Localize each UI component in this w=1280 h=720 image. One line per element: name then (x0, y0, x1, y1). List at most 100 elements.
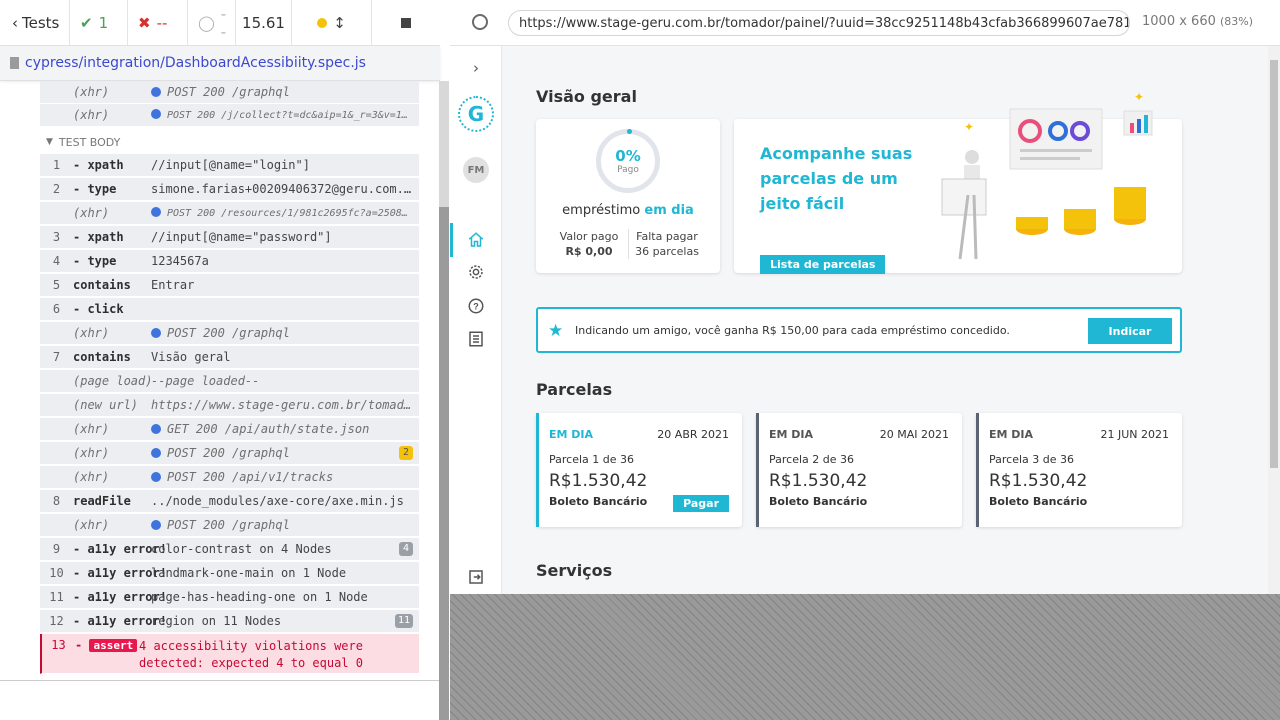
auto-scroll-toggle[interactable]: ↕ (292, 0, 372, 46)
promo-title: Acompanhe suas parcelas de um jeito fáci… (760, 144, 913, 213)
arrows-vertical-icon: ↕ (333, 13, 346, 32)
command-row[interactable]: 12 - a11y error! region on 11 Nodes 11 (40, 610, 419, 633)
xhr-dot-icon (151, 109, 161, 119)
command-message: region on 11 Nodes (151, 614, 282, 628)
paid-label: Valor pago (559, 230, 619, 243)
url-field[interactable]: https://www.stage-geru.com.br/tomador/pa… (508, 10, 1130, 36)
command-log[interactable]: (xhr) POST 200 /graphql (xhr) POST 200 /… (0, 81, 440, 680)
chevron-right-icon: › (473, 59, 479, 77)
stop-button[interactable] (372, 0, 440, 46)
command-row[interactable]: 9 - a11y error! color-contrast on 4 Nodes 4 (40, 538, 419, 561)
command-row[interactable]: 1 - xpath //input[@name="login"] (40, 154, 419, 177)
command-row[interactable]: 3 - xpath //input[@name="password"] (40, 226, 419, 249)
scrollbar-thumb[interactable] (439, 207, 449, 720)
installment-card[interactable]: EM DIA 21 JUN 2021 Parcela 3 de 36 R$1.5… (976, 413, 1182, 527)
logout-button[interactable] (450, 566, 502, 588)
command-number: 8 (52, 494, 61, 508)
status-bar (536, 413, 539, 527)
assert-tag: assert (89, 639, 138, 652)
command-name: - a11y error! (73, 542, 167, 556)
assert-error-row[interactable]: 13 - assert 4 accessibility violations wer… (40, 634, 419, 674)
command-message: page-has-heading-one on 1 Node (151, 590, 368, 604)
sidebar-item-statement[interactable] (450, 328, 502, 350)
list-icon (469, 331, 483, 347)
command-name: - type (73, 182, 117, 196)
command-row[interactable]: 2 - type simone.farias+00209406372@geru.co… (40, 178, 419, 201)
command-row[interactable]: 11 - a11y error! page-has-heading-one on 1… (40, 586, 419, 609)
status-bar (756, 413, 759, 527)
command-row[interactable]: (xhr) POST 200 /resources/1/981c2695fc?a=… (40, 202, 419, 225)
command-name: (xhr) (73, 422, 110, 436)
overview-title: Visão geral (536, 87, 637, 106)
command-name: (xhr) (73, 326, 110, 340)
sidebar-item-home[interactable] (450, 229, 502, 251)
command-row[interactable]: 8 readFile ../node_modules/axe-core/axe.mi… (40, 490, 419, 513)
referral-button[interactable]: Indicar (1088, 318, 1172, 344)
installments-list-button[interactable]: Lista de parcelas (760, 255, 886, 274)
command-number: 9 (52, 542, 61, 556)
app-scrollbar-thumb[interactable] (1270, 60, 1278, 468)
installment-value: R$1.530,42 (549, 471, 648, 491)
command-row[interactable]: (xhr) POST 200 /graphql 2 (40, 442, 419, 465)
command-row[interactable]: 7 contains Visão geral (40, 346, 419, 369)
sidebar-item-settings[interactable] (450, 261, 502, 283)
command-name: - type (73, 254, 117, 268)
divider (628, 229, 629, 259)
avatar[interactable]: FM (463, 157, 489, 183)
logout-icon (469, 570, 483, 584)
command-row[interactable]: 4 - type 1234567a (40, 250, 419, 273)
url-bar: https://www.stage-geru.com.br/tomador/pa… (450, 0, 1280, 46)
command-name: readFile (73, 494, 131, 508)
expand-sidebar-button[interactable]: › (450, 58, 502, 78)
command-name: contains (73, 278, 131, 292)
command-row[interactable]: (xhr) POST 200 /j/collect?t=dc&aip=1&_r=… (40, 104, 419, 127)
reporter-scrollbar[interactable] (439, 81, 449, 720)
xhr-dot-icon (151, 328, 161, 338)
command-name: - a11y error! (73, 566, 167, 580)
count-badge: 2 (399, 446, 413, 460)
command-row[interactable]: 6 - click (40, 298, 419, 321)
spec-path[interactable]: cypress/integration/DashboardAcessibiity… (25, 55, 366, 71)
command-message: color-contrast on 4 Nodes (151, 542, 332, 556)
installment-card[interactable]: EM DIA 20 ABR 2021 Parcela 1 de 36 R$1.5… (536, 413, 742, 527)
svg-text:?: ? (473, 301, 479, 311)
command-row[interactable]: (page load) --page loaded-- (40, 370, 419, 393)
command-row[interactable]: (xhr) POST 200 /graphql (40, 81, 419, 104)
reporter-header: ‹ Tests ✔ 1 ✖ -- ◯ -- 15.61 ↕ (0, 0, 440, 46)
sidebar-item-help[interactable]: ? (450, 295, 502, 317)
command-name: (xhr) (73, 446, 110, 460)
command-name: - xpath (73, 230, 124, 244)
installment-date: 20 MAI 2021 (879, 428, 949, 441)
progress-ring: 0% Pago (596, 129, 660, 193)
file-icon (10, 57, 19, 69)
command-number: 5 (52, 278, 61, 292)
command-number: 6 (52, 302, 61, 316)
viewport-size: 1000 x 660 (83%) (1142, 14, 1254, 29)
command-name: contains (73, 350, 131, 364)
command-row[interactable]: (xhr) GET 200 /api/auth/state.json (40, 418, 419, 441)
xhr-dot-icon (151, 207, 161, 217)
command-row[interactable]: (xhr) POST 200 /api/v1/tracks (40, 466, 419, 489)
pending-value: -- (220, 4, 227, 41)
payment-method: Boleto Bancário (549, 495, 648, 508)
command-name: (page load) (73, 374, 153, 388)
command-row[interactable]: (xhr) POST 200 /graphql (40, 322, 419, 345)
command-name: (xhr) (73, 85, 110, 99)
installment-card[interactable]: EM DIA 20 MAI 2021 Parcela 2 de 36 R$1.5… (756, 413, 962, 527)
pay-button[interactable]: Pagar (673, 495, 729, 512)
app-viewport: › G FM ? Visão geral 0% Pago empréstimo … (450, 46, 1280, 594)
x-icon: ✖ (138, 13, 151, 32)
test-body-header[interactable]: ▼ TEST BODY (46, 131, 416, 153)
chevron-left-icon: ‹ (12, 13, 18, 32)
command-number: 2 (52, 182, 61, 196)
tests-back-button[interactable]: ‹ Tests (0, 0, 70, 46)
remaining-block: Falta pagar 36 parcelas (632, 229, 702, 259)
command-message: https://www.stage-geru.com.br/tomad… (151, 398, 412, 412)
selector-playground-icon[interactable] (472, 14, 488, 30)
command-number: 11 (49, 590, 64, 604)
command-row[interactable]: (xhr) POST 200 /graphql (40, 514, 419, 537)
command-row[interactable]: 10 - a11y error! landmark-one-main on 1 No… (40, 562, 419, 585)
check-icon: ✔ (80, 13, 93, 32)
command-row[interactable]: (new url) https://www.stage-geru.com.br/t… (40, 394, 419, 417)
command-row[interactable]: 5 contains Entrar (40, 274, 419, 297)
